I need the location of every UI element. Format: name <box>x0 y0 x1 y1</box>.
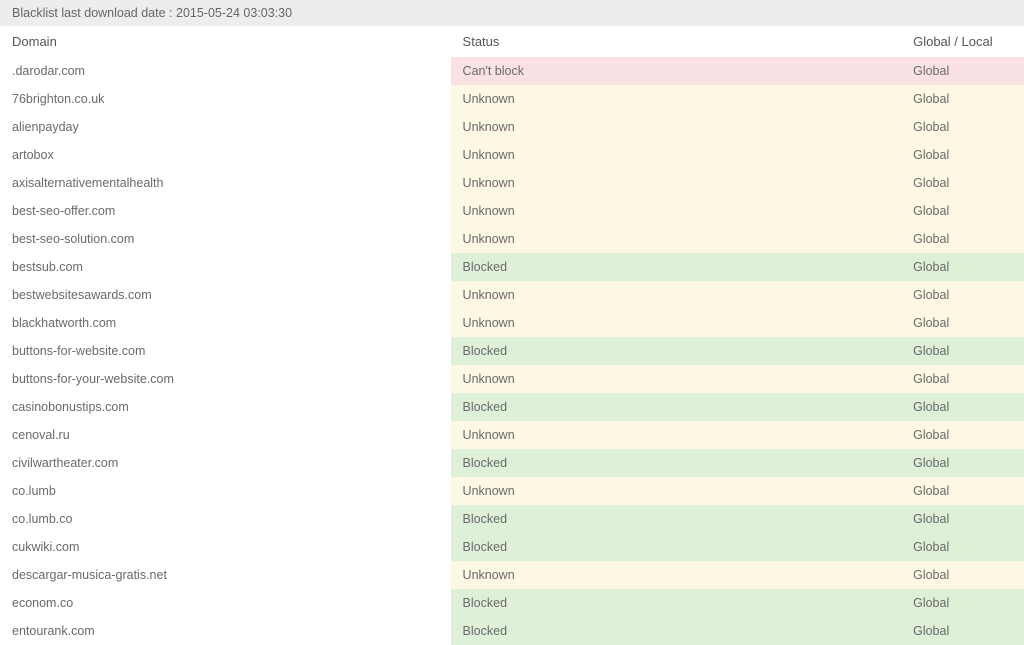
table-row[interactable]: casinobonustips.comBlockedGlobal <box>0 393 1024 421</box>
table-row[interactable]: entourank.comBlockedGlobal <box>0 617 1024 645</box>
cell-domain: blackhatworth.com <box>0 309 451 337</box>
cell-domain: buttons-for-your-website.com <box>0 365 451 393</box>
cell-status: Unknown <box>451 225 902 253</box>
cell-status: Unknown <box>451 309 902 337</box>
table-row[interactable]: civilwartheater.comBlockedGlobal <box>0 449 1024 477</box>
cell-domain: axisalternativementalhealth <box>0 169 451 197</box>
cell-domain: bestsub.com <box>0 253 451 281</box>
cell-scope: Global <box>901 365 1024 393</box>
cell-domain: .darodar.com <box>0 57 451 85</box>
cell-status: Unknown <box>451 113 902 141</box>
cell-domain: cenoval.ru <box>0 421 451 449</box>
cell-scope: Global <box>901 449 1024 477</box>
cell-status: Unknown <box>451 561 902 589</box>
cell-domain: bestwebsitesawards.com <box>0 281 451 309</box>
cell-domain: civilwartheater.com <box>0 449 451 477</box>
cell-domain: cukwiki.com <box>0 533 451 561</box>
cell-domain: entourank.com <box>0 617 451 645</box>
cell-status: Unknown <box>451 197 902 225</box>
col-header-domain[interactable]: Domain <box>0 26 451 57</box>
table-header-row: Domain Status Global / Local <box>0 26 1024 57</box>
cell-scope: Global <box>901 337 1024 365</box>
cell-domain: buttons-for-website.com <box>0 337 451 365</box>
table-row[interactable]: bestwebsitesawards.comUnknownGlobal <box>0 281 1024 309</box>
cell-status: Unknown <box>451 85 902 113</box>
cell-status: Can't block <box>451 57 902 85</box>
cell-status: Blocked <box>451 617 902 645</box>
cell-scope: Global <box>901 421 1024 449</box>
table-row[interactable]: co.lumb.coBlockedGlobal <box>0 505 1024 533</box>
cell-scope: Global <box>901 253 1024 281</box>
table-row[interactable]: best-seo-solution.comUnknownGlobal <box>0 225 1024 253</box>
col-header-status[interactable]: Status <box>451 26 902 57</box>
cell-status: Unknown <box>451 169 902 197</box>
cell-scope: Global <box>901 85 1024 113</box>
cell-scope: Global <box>901 477 1024 505</box>
cell-status: Blocked <box>451 533 902 561</box>
cell-status: Unknown <box>451 477 902 505</box>
cell-domain: artobox <box>0 141 451 169</box>
cell-scope: Global <box>901 169 1024 197</box>
table-row[interactable]: artoboxUnknownGlobal <box>0 141 1024 169</box>
table-row[interactable]: axisalternativementalhealthUnknownGlobal <box>0 169 1024 197</box>
table-row[interactable]: co.lumbUnknownGlobal <box>0 477 1024 505</box>
cell-scope: Global <box>901 561 1024 589</box>
table-row[interactable]: blackhatworth.comUnknownGlobal <box>0 309 1024 337</box>
table-row[interactable]: 76brighton.co.ukUnknownGlobal <box>0 85 1024 113</box>
cell-scope: Global <box>901 617 1024 645</box>
table-row[interactable]: .darodar.comCan't blockGlobal <box>0 57 1024 85</box>
cell-status: Blocked <box>451 449 902 477</box>
table-row[interactable]: bestsub.comBlockedGlobal <box>0 253 1024 281</box>
cell-scope: Global <box>901 281 1024 309</box>
col-header-scope[interactable]: Global / Local <box>901 26 1024 57</box>
cell-scope: Global <box>901 113 1024 141</box>
cell-scope: Global <box>901 309 1024 337</box>
table-row[interactable]: descargar-musica-gratis.netUnknownGlobal <box>0 561 1024 589</box>
blacklist-label: Blacklist last download date : <box>12 6 173 20</box>
cell-domain: co.lumb <box>0 477 451 505</box>
table-row[interactable]: cenoval.ruUnknownGlobal <box>0 421 1024 449</box>
cell-scope: Global <box>901 589 1024 617</box>
blacklist-date: 2015-05-24 03:03:30 <box>176 6 292 20</box>
table-row[interactable]: buttons-for-your-website.comUnknownGloba… <box>0 365 1024 393</box>
cell-status: Blocked <box>451 393 902 421</box>
table-row[interactable]: buttons-for-website.comBlockedGlobal <box>0 337 1024 365</box>
cell-status: Unknown <box>451 421 902 449</box>
cell-scope: Global <box>901 225 1024 253</box>
cell-scope: Global <box>901 57 1024 85</box>
cell-status: Unknown <box>451 141 902 169</box>
cell-scope: Global <box>901 505 1024 533</box>
cell-status: Unknown <box>451 365 902 393</box>
cell-status: Unknown <box>451 281 902 309</box>
cell-status: Blocked <box>451 337 902 365</box>
cell-domain: best-seo-offer.com <box>0 197 451 225</box>
cell-domain: 76brighton.co.uk <box>0 85 451 113</box>
blacklist-table: Domain Status Global / Local .darodar.co… <box>0 26 1024 645</box>
table-row[interactable]: econom.coBlockedGlobal <box>0 589 1024 617</box>
cell-domain: best-seo-solution.com <box>0 225 451 253</box>
cell-domain: descargar-musica-gratis.net <box>0 561 451 589</box>
cell-status: Blocked <box>451 253 902 281</box>
cell-scope: Global <box>901 197 1024 225</box>
table-row[interactable]: cukwiki.comBlockedGlobal <box>0 533 1024 561</box>
cell-domain: casinobonustips.com <box>0 393 451 421</box>
cell-domain: econom.co <box>0 589 451 617</box>
cell-status: Blocked <box>451 589 902 617</box>
cell-status: Blocked <box>451 505 902 533</box>
table-row[interactable]: alienpaydayUnknownGlobal <box>0 113 1024 141</box>
cell-domain: co.lumb.co <box>0 505 451 533</box>
cell-scope: Global <box>901 393 1024 421</box>
table-row[interactable]: best-seo-offer.comUnknownGlobal <box>0 197 1024 225</box>
cell-scope: Global <box>901 533 1024 561</box>
cell-scope: Global <box>901 141 1024 169</box>
cell-domain: alienpayday <box>0 113 451 141</box>
blacklist-date-bar: Blacklist last download date : 2015-05-2… <box>0 0 1024 26</box>
